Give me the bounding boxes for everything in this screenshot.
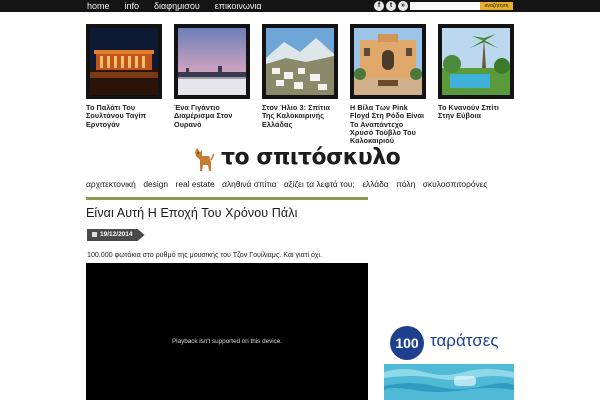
category-real-homes[interactable]: αληθινά σπίτια — [222, 179, 276, 189]
site-logo[interactable]: το σπιτόσκυλο — [193, 145, 413, 174]
garden-pool-image — [442, 28, 510, 95]
calendar-icon — [92, 231, 97, 237]
top-nav-info[interactable]: info — [125, 0, 140, 12]
ad-number-badge: 100 — [390, 326, 424, 360]
featured-caption[interactable]: Ένα Γιγάντιο Διαμέρισμα Στον Ουρανό — [174, 103, 250, 129]
search-input[interactable] — [410, 2, 480, 10]
featured-thumbnail[interactable] — [438, 24, 514, 99]
featured-posts: Το Παλάτι Του Σουλτάνου Ταγίπ Ερντογάν Έ… — [86, 24, 516, 145]
sky-apartment-image — [178, 28, 246, 95]
facebook-icon[interactable]: f — [374, 1, 384, 11]
category-city[interactable]: πόλη — [396, 179, 415, 189]
category-design[interactable]: design — [143, 179, 168, 189]
top-nav-home[interactable]: home — [87, 0, 110, 12]
search-button[interactable]: αναζήτηση — [480, 2, 513, 10]
category-nav: αρχιτεκτονική design real estate αληθινά… — [86, 176, 516, 192]
greek-village-image — [266, 28, 334, 95]
rooftop-pool-image — [384, 364, 514, 400]
logo-wordmark: το σπιτόσκυλο — [221, 145, 401, 170]
top-nav-advertise[interactable]: διαφημισου — [154, 0, 200, 12]
featured-thumbnail[interactable] — [86, 24, 162, 99]
featured-post: Το Κνανούν Σπίτι Στην Εύβοια — [438, 24, 514, 121]
palace-night-image — [90, 28, 158, 95]
featured-post: Το Παλάτι Του Σουλτάνου Ταγίπ Ερντογάν — [86, 24, 162, 129]
villa-image — [354, 28, 422, 95]
featured-caption[interactable]: Το Παλάτι Του Σουλτάνου Ταγίπ Ερντογάν — [86, 103, 162, 129]
rss-icon[interactable]: » — [398, 1, 408, 11]
top-nav-contact[interactable]: επικοινωνια — [215, 0, 262, 12]
sidebar-ad[interactable]: 100 ταράτσες — [384, 322, 514, 400]
post-excerpt: 100.000 φωτάκια στο ρυθμό της μουσικής τ… — [87, 251, 323, 259]
featured-thumbnail[interactable] — [174, 24, 250, 99]
category-real-estate[interactable]: real estate — [176, 179, 215, 189]
video-unsupported-message: Playback isn't supported on this device. — [171, 338, 283, 345]
post-date: 19/12/2014 — [100, 231, 133, 238]
category-greece[interactable]: ελλάδα — [362, 179, 388, 189]
category-worth-it[interactable]: αξίζει τα λεφτά του; — [284, 179, 355, 189]
featured-post: Η Βίλα Των Pink Floyd Στη Ρόδο Είναι Το … — [350, 24, 426, 145]
post-title[interactable]: Είναι Αυτή Η Εποχή Του Χρόνου Πάλι — [86, 206, 297, 220]
featured-caption[interactable]: Το Κνανούν Σπίτι Στην Εύβοια — [438, 103, 514, 121]
top-nav: home info διαφημισου επικοινωνια — [87, 0, 262, 12]
twitter-icon[interactable]: t — [386, 1, 396, 11]
video-player[interactable]: Playback isn't supported on this device. — [86, 263, 368, 400]
ad-text: ταράτσες — [430, 331, 499, 350]
featured-post: Ένα Γιγάντιο Διαμέρισμα Στον Ουρανό — [174, 24, 250, 129]
category-architecture[interactable]: αρχιτεκτονική — [86, 179, 136, 189]
featured-thumbnail[interactable] — [262, 24, 338, 99]
featured-thumbnail[interactable] — [350, 24, 426, 99]
social-icons: f t » — [374, 1, 408, 11]
featured-post: Στον Ήλιο 3: Σπίτια Της Καλοκαιρινής Ελλ… — [262, 24, 338, 129]
featured-caption[interactable]: Η Βίλα Των Pink Floyd Στη Ρόδο Είναι Το … — [350, 103, 426, 145]
post-date-badge: 19/12/2014 — [87, 229, 145, 241]
section-divider — [86, 197, 368, 200]
featured-caption[interactable]: Στον Ήλιο 3: Σπίτια Της Καλοκαιρινής Ελλ… — [262, 103, 338, 129]
dog-logo-icon — [195, 148, 215, 171]
category-doghouses[interactable]: σκυλοσπιτορόνες — [423, 179, 488, 189]
